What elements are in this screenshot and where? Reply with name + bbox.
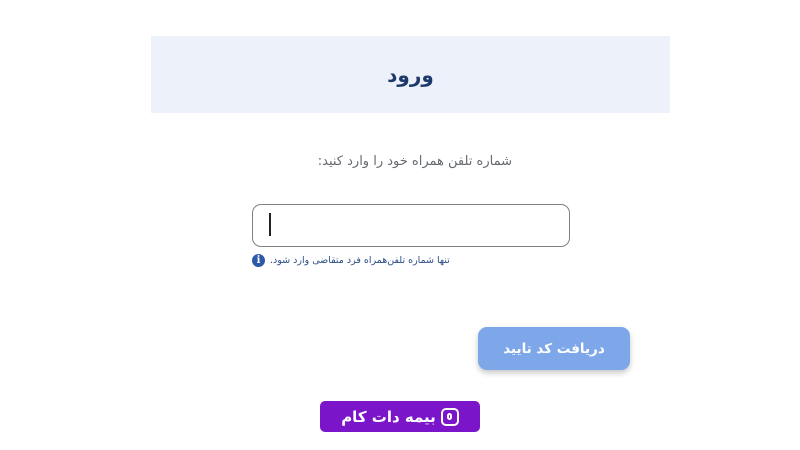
bimeh-logo-icon: [440, 407, 459, 426]
text-caret: [269, 213, 271, 236]
page-title: ورود: [387, 62, 434, 87]
brand-badge: بیمه دات کام: [320, 401, 480, 432]
phone-hint-text: تنها شماره تلفن‌همراه فرد متقاضی وارد شو…: [270, 255, 450, 266]
get-verification-code-button[interactable]: دریافت کد تایید: [478, 327, 630, 370]
info-icon: i: [252, 254, 265, 267]
phone-hint: i تنها شماره تلفن‌همراه فرد متقاضی وارد …: [252, 254, 570, 267]
phone-number-input[interactable]: [252, 204, 570, 247]
login-page: ورود شماره تلفن همراه خود را وارد کنید: …: [0, 0, 800, 450]
login-header: ورود: [151, 36, 670, 113]
phone-prompt-label: شماره تلفن همراه خود را وارد کنید:: [317, 154, 512, 169]
brand-name: بیمه دات کام: [341, 407, 436, 426]
